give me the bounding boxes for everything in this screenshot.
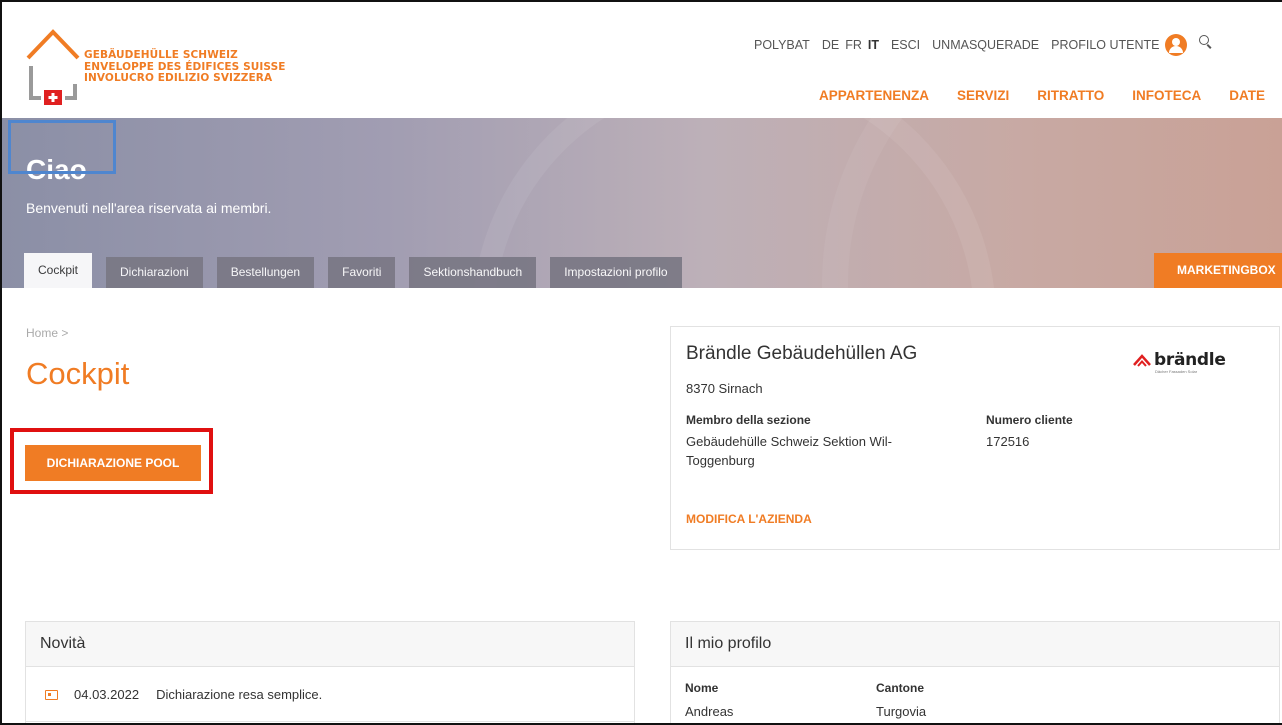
section-value-line-1: Gebäudehülle Schweiz Sektion Wil- <box>686 434 892 449</box>
company-name: Brändle Gebäudehüllen AG <box>686 343 918 364</box>
nav-item-infoteca[interactable]: INFOTECA <box>1132 88 1201 103</box>
tab-cockpit[interactable]: Cockpit <box>24 253 93 288</box>
pool-button-highlight <box>10 428 213 494</box>
site-logo-icon[interactable] <box>26 26 82 106</box>
cockpit-tab-highlight <box>8 120 116 174</box>
member-tabs: Cockpit Dichiarazioni Bestellungen Favor… <box>24 253 696 288</box>
customer-number-label: Numero cliente <box>986 413 1073 427</box>
profile-title: Il mio profilo <box>671 622 1279 667</box>
news-text[interactable]: Dichiarazione resa semplice. <box>156 687 322 702</box>
site-header: GEBÄUDEHÜLLE SCHWEIZ ENVELOPPE DES ÉDIFI… <box>2 2 1282 118</box>
search-icon[interactable] <box>1199 35 1213 49</box>
lang-de-link[interactable]: DE <box>822 38 839 52</box>
tab-dichiarazioni[interactable]: Dichiarazioni <box>106 257 203 288</box>
company-city: 8370 Sirnach <box>686 381 763 396</box>
tab-favoriti[interactable]: Favoriti <box>328 257 396 288</box>
canton-label: Cantone <box>876 681 924 695</box>
name-value: Andreas <box>685 704 734 719</box>
logo-line-3: INVOLUCRO EDILIZIO SVIZZERA <box>84 72 273 84</box>
tab-sektionshandbuch[interactable]: Sektionshandbuch <box>409 257 537 288</box>
tab-marketingbox[interactable]: MARKETINGBOX <box>1154 253 1282 288</box>
news-card-icon <box>45 689 58 700</box>
breadcrumb[interactable]: Home > <box>26 326 68 340</box>
section-label: Membro della sezione <box>686 413 811 427</box>
tab-bestellungen[interactable]: Bestellungen <box>216 257 315 288</box>
company-logo: brändle Dächer Fassaden Solar <box>1133 350 1226 374</box>
nav-item-ritratto[interactable]: RITRATTO <box>1037 88 1104 103</box>
polybat-link[interactable]: POLYBAT <box>754 38 810 52</box>
section-value: Gebäudehülle Schweiz Sektion Wil- Toggen… <box>686 432 892 470</box>
canton-value: Turgovia <box>876 704 927 719</box>
profile-card: Il mio profilo Nome Cantone Andreas Turg… <box>670 621 1280 725</box>
nav-item-servizi[interactable]: SERVIZI <box>957 88 1009 103</box>
logo-line-1: GEBÄUDEHÜLLE SCHWEIZ <box>84 49 238 61</box>
user-profile-link[interactable]: PROFILO UTENTE <box>1051 38 1159 52</box>
page-title: Cockpit <box>26 356 130 391</box>
customer-number-value: 172516 <box>986 434 1030 449</box>
company-logo-chevron-icon <box>1133 354 1151 367</box>
tab-impostazioni-profilo[interactable]: Impostazioni profilo <box>550 257 682 288</box>
section-value-line-2: Toggenburg <box>686 453 755 468</box>
news-item[interactable]: 04.03.2022 Dichiarazione resa semplice. <box>26 668 634 722</box>
top-utility-nav: POLYBAT DE FR IT ESCI UNMASQUERADE PROFI… <box>754 34 1225 56</box>
nav-item-date[interactable]: DATE <box>1229 88 1265 103</box>
unmasquerade-link[interactable]: UNMASQUERADE <box>932 38 1039 52</box>
main-nav: APPARTENENZA SERVIZI RITRATTO INFOTECA D… <box>819 88 1282 103</box>
logo-wordmark[interactable]: GEBÄUDEHÜLLE SCHWEIZ ENVELOPPE DES ÉDIFI… <box>84 49 286 85</box>
company-card: Brändle Gebäudehüllen AG brändle Dächer … <box>670 326 1280 550</box>
logout-link[interactable]: ESCI <box>891 38 920 52</box>
name-label: Nome <box>685 681 719 695</box>
news-card: Novità 04.03.2022 Dichiarazione resa sem… <box>25 621 635 725</box>
hero-banner: Ciao Benvenuti nell'area riservata ai me… <box>2 118 1282 288</box>
lang-it-link[interactable]: IT <box>868 38 879 52</box>
nav-item-appartenenza[interactable]: APPARTENENZA <box>819 88 929 103</box>
lang-fr-link[interactable]: FR <box>845 38 862 52</box>
company-logo-text: brändle <box>1154 350 1226 370</box>
hero-subtitle: Benvenuti nell'area riservata ai membri. <box>26 200 272 216</box>
news-title: Novità <box>26 622 634 667</box>
news-date: 04.03.2022 <box>74 687 140 702</box>
edit-company-link[interactable]: MODIFICA L'AZIENDA <box>686 512 812 526</box>
user-avatar-icon[interactable] <box>1165 34 1188 56</box>
